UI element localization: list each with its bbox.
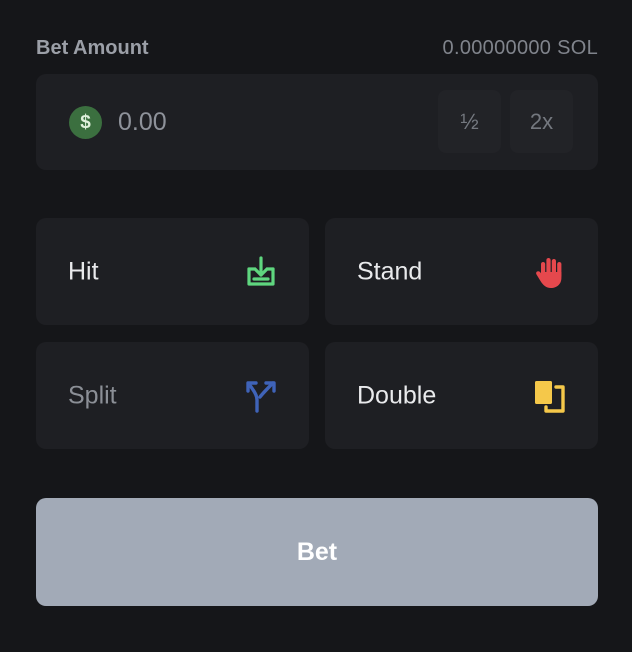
bet-button[interactable]: Bet [36,498,598,606]
double-button[interactable]: Double [325,342,598,449]
split-arrows-icon [246,380,276,413]
hand-stop-icon [536,257,562,288]
blackjack-control-panel: Bet Amount 0.00000000 SOL $ ½ 2x Hit Sta… [0,0,632,652]
stand-button[interactable]: Stand [325,218,598,325]
double-label: Double [357,381,437,409]
double-bet-button[interactable]: 2x [510,90,573,153]
bet-amount-input[interactable] [118,102,418,142]
half-bet-button[interactable]: ½ [438,90,501,153]
double-cards-icon [535,380,565,413]
balance-display: 0.00000000 SOL [442,36,598,59]
dollar-coin-icon: $ [69,106,102,139]
hit-label: Hit [68,257,99,285]
hit-button[interactable]: Hit [36,218,309,325]
bet-amount-field: $ ½ 2x [36,74,598,170]
tray-download-icon [247,255,275,286]
bet-amount-header: Bet Amount 0.00000000 SOL [36,34,598,62]
stand-label: Stand [357,257,423,285]
split-label: Split [68,381,117,409]
bet-amount-label: Bet Amount [36,36,149,59]
dollar-sign-glyph: $ [80,112,91,133]
split-button[interactable]: Split [36,342,309,449]
